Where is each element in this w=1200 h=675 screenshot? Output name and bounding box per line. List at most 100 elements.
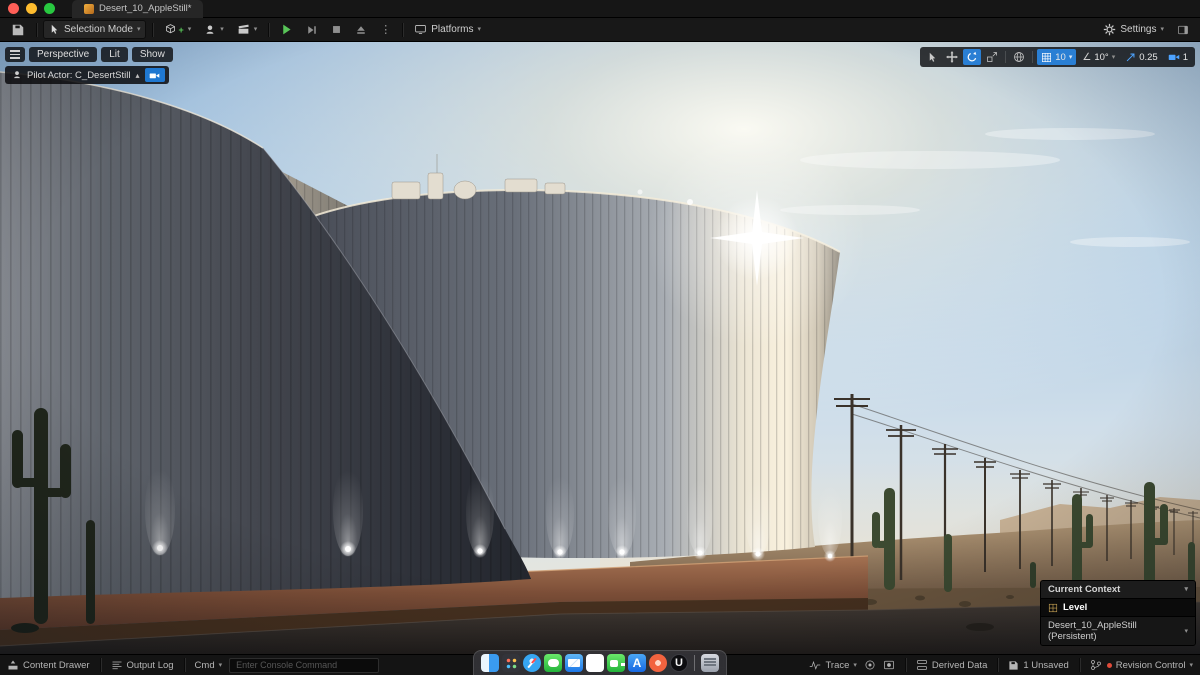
move-tool-button[interactable]: [943, 49, 961, 65]
browser-icon[interactable]: [649, 654, 667, 672]
settings-dropdown[interactable]: Settings ▾: [1098, 20, 1169, 39]
cinematics-dropdown[interactable]: ▾: [232, 20, 263, 39]
grid-snap-toggle[interactable]: 10 ▾: [1037, 49, 1076, 65]
blueprints-dropdown[interactable]: ▾: [199, 20, 229, 39]
toolbar-separator: [1005, 51, 1006, 63]
rotation-snap-toggle[interactable]: ∠ 10° ▾: [1078, 49, 1119, 65]
level-tab-label: Desert_10_AppleStill*: [99, 3, 191, 14]
layout-panel-button[interactable]: [1172, 20, 1194, 39]
chevron-down-icon: ▾: [1189, 662, 1193, 669]
unsaved-label: 1 Unsaved: [1023, 660, 1068, 671]
console-command-input[interactable]: [229, 658, 379, 673]
content-drawer-button[interactable]: Content Drawer: [7, 659, 90, 671]
photos-icon[interactable]: [586, 654, 604, 672]
level-tab-icon: [84, 4, 94, 14]
rotate-tool-button[interactable]: [963, 49, 981, 65]
viewport-scene[interactable]: [0, 42, 1200, 654]
play-button[interactable]: [275, 20, 298, 39]
platforms-dropdown[interactable]: Platforms ▾: [409, 20, 486, 39]
output-log-label: Output Log: [127, 660, 174, 671]
stop-piloting-button[interactable]: ▴: [135, 71, 139, 80]
current-context-panel: Current Context ▾ Level Desert_10_AppleS…: [1040, 580, 1196, 646]
app-store-icon[interactable]: [628, 654, 646, 672]
statusbar-separator: [905, 658, 906, 672]
panel-icon: [1177, 24, 1189, 36]
messages-icon[interactable]: [544, 654, 562, 672]
current-context-label: Current Context: [1048, 584, 1120, 595]
eject-button[interactable]: [350, 20, 372, 39]
chevron-down-icon: ▾: [853, 662, 857, 669]
gear-icon: [1103, 23, 1116, 36]
scale-snap-toggle[interactable]: 0.25: [1121, 49, 1162, 65]
branch-icon: [1090, 659, 1102, 671]
play-options-menu[interactable]: ⋮: [375, 20, 396, 39]
focus-button[interactable]: [864, 659, 876, 671]
select-tool-button[interactable]: [923, 49, 941, 65]
stop-button[interactable]: [326, 20, 347, 39]
eject-icon: [355, 24, 367, 36]
context-level-dropdown[interactable]: Desert_10_AppleStill (Persistent) ▾: [1041, 616, 1195, 645]
show-label: Show: [140, 49, 165, 60]
camera-speed-control[interactable]: 1: [1164, 49, 1192, 65]
safari-icon[interactable]: [523, 654, 541, 672]
chevron-down-icon: ▾: [1184, 628, 1188, 635]
cmd-dropdown[interactable]: Cmd ▾: [195, 660, 223, 671]
camera-speed-value: 1: [1183, 52, 1188, 63]
launchpad-icon[interactable]: [502, 654, 520, 672]
current-context-header[interactable]: Current Context ▾: [1041, 581, 1195, 598]
close-button[interactable]: [8, 3, 19, 14]
revision-control-button[interactable]: Revision Control ▾: [1090, 659, 1193, 671]
content-drawer-icon: [7, 659, 19, 671]
save-button[interactable]: [6, 20, 30, 39]
facetime-icon[interactable]: [607, 654, 625, 672]
show-dropdown[interactable]: Show: [132, 47, 173, 62]
stop-icon: [331, 24, 342, 35]
monitor-icon: [414, 23, 427, 36]
world-coordinate-button[interactable]: [1010, 49, 1028, 65]
titlebar: Desert_10_AppleStill*: [0, 0, 1200, 18]
toolbar-separator: [152, 23, 153, 37]
trace-icon: [809, 659, 821, 671]
view-mode-dropdown[interactable]: Lit: [101, 47, 128, 62]
blueprint-icon: [204, 24, 216, 36]
scale-tool-button[interactable]: [983, 49, 1001, 65]
save-icon: [1008, 660, 1019, 671]
grid-snap-value: 10: [1055, 52, 1066, 63]
pilot-icon: [12, 70, 22, 80]
minimize-button[interactable]: [26, 3, 37, 14]
trash-icon[interactable]: [701, 654, 719, 672]
add-actor-dropdown[interactable]: + ▾: [159, 20, 196, 39]
statusbar-separator: [184, 658, 185, 672]
chevron-down-icon: ▾: [220, 26, 224, 33]
plus-icon: +: [178, 25, 183, 35]
trace-label: Trace: [825, 660, 849, 671]
zoom-button[interactable]: [44, 3, 55, 14]
frame-skip-button[interactable]: [301, 20, 323, 39]
pilot-camera-button[interactable]: [145, 68, 165, 82]
lit-label: Lit: [109, 49, 120, 60]
chevron-down-icon: ▾: [1160, 26, 1164, 33]
statusbar-separator: [1079, 658, 1080, 672]
derived-data-button[interactable]: Derived Data: [916, 659, 987, 671]
statusbar-separator: [997, 658, 998, 672]
scale-snap-value: 0.25: [1139, 52, 1158, 63]
platforms-label: Platforms: [431, 24, 473, 35]
context-level-value: Desert_10_AppleStill (Persistent): [1048, 620, 1184, 642]
finder-icon[interactable]: [481, 654, 499, 672]
viewport-options-menu[interactable]: [5, 47, 25, 62]
cmd-label: Cmd: [195, 660, 215, 671]
unreal-editor-icon[interactable]: [670, 654, 688, 672]
output-log-button[interactable]: Output Log: [111, 659, 174, 671]
kebab-icon: ⋮: [380, 23, 391, 36]
skip-icon: [306, 24, 318, 36]
selection-mode-dropdown[interactable]: Selection Mode ▾: [43, 20, 146, 39]
unsaved-button[interactable]: 1 Unsaved: [1008, 660, 1068, 671]
level-tab[interactable]: Desert_10_AppleStill*: [72, 0, 203, 18]
move-icon: [946, 51, 958, 63]
snapshot-button[interactable]: [883, 659, 895, 671]
mail-icon[interactable]: [565, 654, 583, 672]
cursor-icon: [927, 52, 938, 63]
perspective-dropdown[interactable]: Perspective: [29, 47, 97, 62]
trace-button[interactable]: Trace ▾: [809, 659, 856, 671]
output-log-icon: [111, 659, 123, 671]
